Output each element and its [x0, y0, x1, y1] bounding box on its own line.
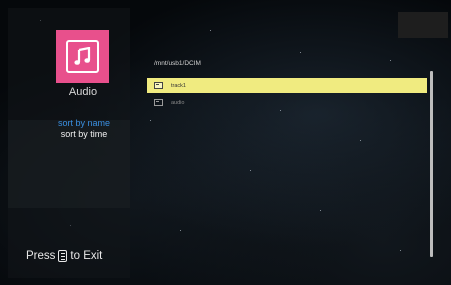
file-name: track1 [171, 82, 186, 89]
current-path: /mnt/usb1/DCIM [154, 60, 201, 67]
file-name: audio [171, 99, 185, 106]
top-right-block [398, 12, 448, 38]
file-list-item-audio[interactable]: audio [147, 95, 427, 110]
audio-app-tile [56, 30, 109, 83]
file-list-item-track1[interactable]: track1 [147, 78, 427, 93]
menu-key-icon [58, 250, 68, 262]
music-note-icon [66, 40, 99, 73]
scrollbar[interactable] [430, 71, 433, 257]
folder-icon [154, 99, 163, 106]
exit-hint-press: Press [26, 250, 56, 262]
sort-by-name-option[interactable]: sort by name [44, 118, 124, 128]
sort-by-time-option[interactable]: sort by time [44, 129, 124, 139]
folder-icon [154, 82, 163, 89]
exit-hint-action: to Exit [70, 250, 103, 262]
app-title: Audio [68, 86, 98, 98]
exit-hint: Press to Exit [26, 250, 102, 262]
